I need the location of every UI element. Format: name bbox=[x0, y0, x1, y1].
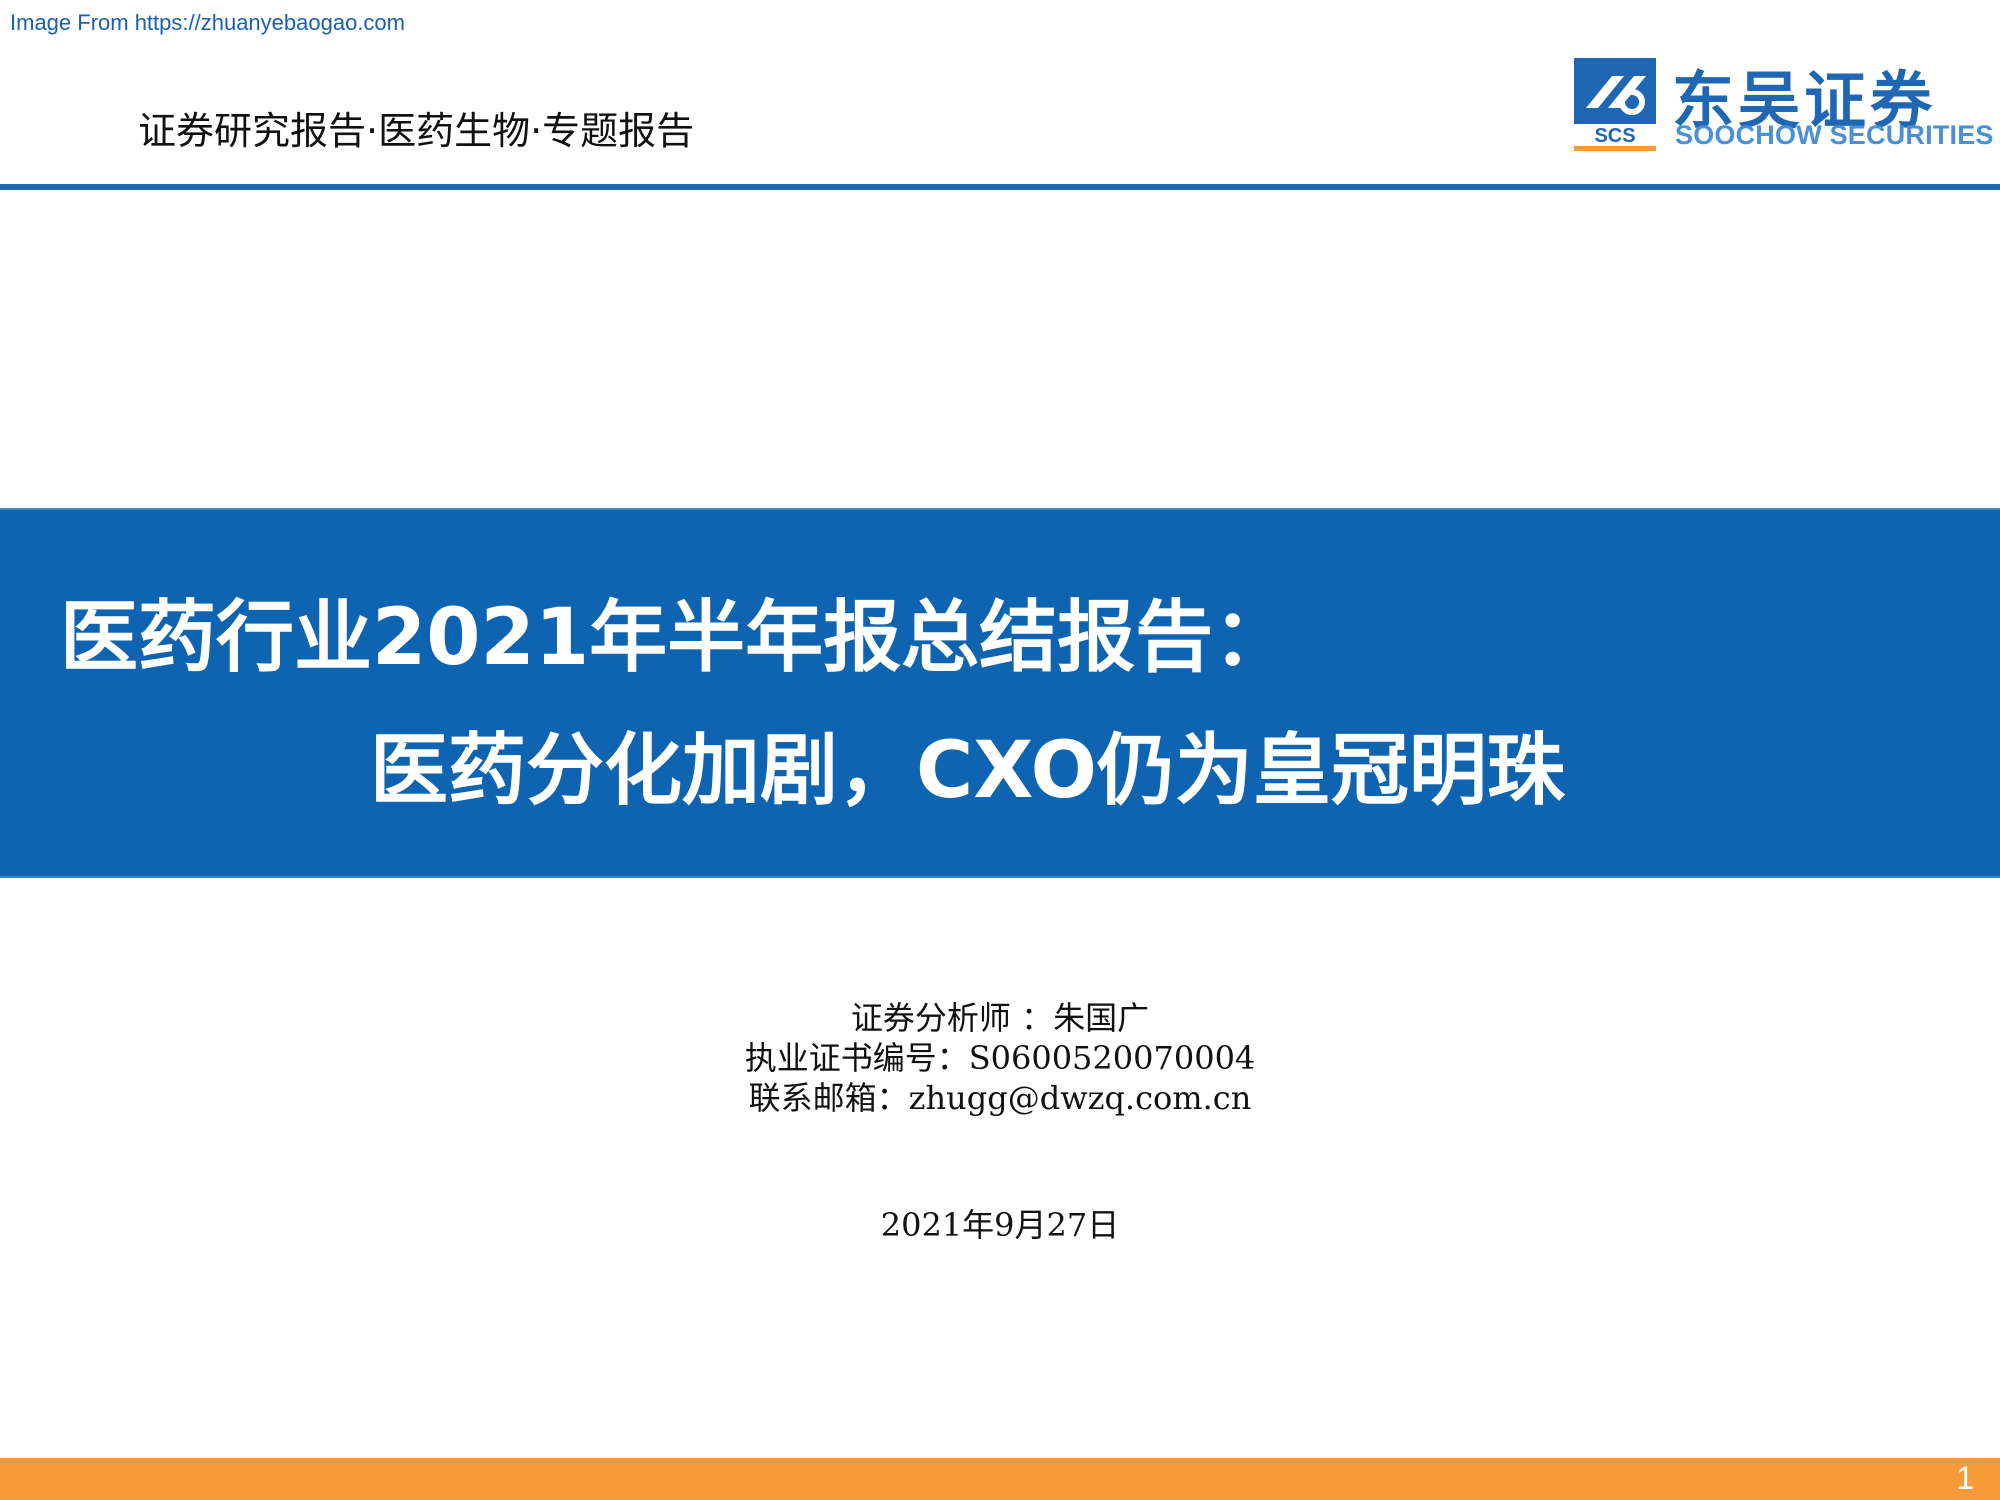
analyst-email: 联系邮箱：zhugg@dwzq.com.cn bbox=[748, 1079, 1252, 1117]
logo-mark-text: SCS bbox=[1594, 125, 1635, 147]
analyst-name: 证券分析师 ：朱国广 bbox=[850, 999, 1150, 1037]
source-watermark: Image From https://zhuanyebaogao.com bbox=[10, 10, 405, 35]
report-title-line-1: 医药行业2021年半年报总结报告： bbox=[60, 593, 1292, 683]
analyst-license: 执业证书编号：S0600520070004 bbox=[744, 1039, 1256, 1077]
soochow-securities-logo: SCS 东吴证券 SOOCHOW SECURITIES bbox=[1572, 52, 1993, 152]
analyst-info: 证券分析师 ：朱国广 执业证书编号：S0600520070004 联系邮箱：zh… bbox=[0, 998, 2000, 1118]
title-banner bbox=[0, 508, 2000, 878]
page-number: 1 bbox=[1956, 1460, 1974, 1496]
scs-logo-icon: SCS bbox=[1574, 58, 1656, 151]
header-divider bbox=[0, 184, 2000, 190]
report-type-heading: 证券研究报告·医药生物·专题报告 bbox=[138, 109, 695, 153]
report-date: 2021年9月27日 bbox=[880, 1206, 1120, 1244]
report-title-line-2: 医药分化加剧，CXO仍为皇冠明珠 bbox=[370, 726, 1565, 816]
logo-name-en: SOOCHOW SECURITIES bbox=[1675, 120, 1994, 150]
footer-bar bbox=[0, 1458, 2000, 1500]
